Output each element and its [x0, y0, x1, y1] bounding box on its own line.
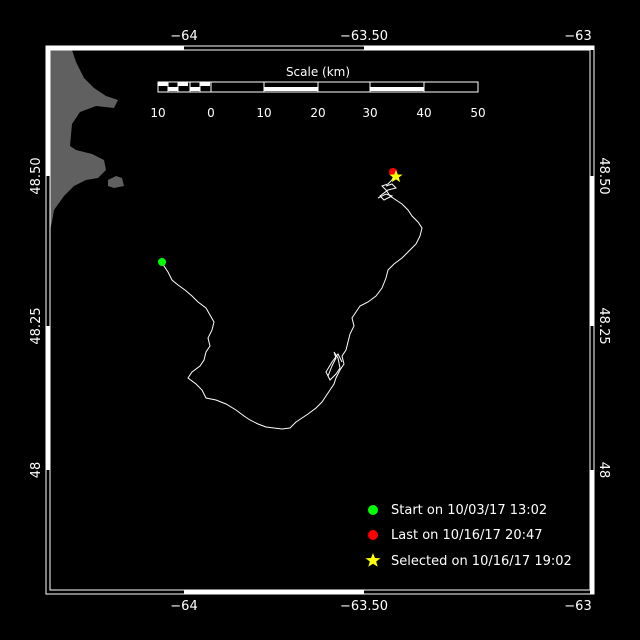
bottom-lon-tick-label: −64 — [170, 599, 197, 614]
legend-selected-star-icon — [365, 553, 381, 567]
scale-bar-label: 0 — [207, 106, 215, 120]
bottom-lon-tick-label: −63 — [564, 599, 591, 614]
right-lat-tick-label: 48.50 — [596, 157, 611, 194]
legend-start-icon — [368, 505, 378, 515]
scale-bar-label: 10 — [256, 106, 271, 120]
left-lat-tick-label: 48 — [29, 462, 44, 479]
scale-bar-label: 20 — [310, 106, 325, 120]
bottom-lon-tick-label: −63.50 — [340, 599, 388, 614]
top-lon-tick-label: −64 — [170, 29, 197, 44]
start-marker — [158, 258, 166, 266]
top-lon-tick-label: −63 — [564, 29, 591, 44]
scale-bar-label: 50 — [470, 106, 485, 120]
legend-start-label: Start on 10/03/17 13:02 — [391, 503, 547, 518]
scale-bar-label: 10 — [150, 106, 165, 120]
scale-bar-title: Scale (km) — [286, 65, 350, 79]
right-lat-tick-label: 48 — [596, 462, 611, 479]
legend-last-icon — [368, 530, 378, 540]
drifter-track-line — [161, 175, 423, 430]
drifter-track-loops — [325, 351, 343, 381]
left-lat-tick-label: 48.50 — [29, 157, 44, 194]
legend-last-label: Last on 10/16/17 20:47 — [391, 528, 543, 543]
right-lat-tick-label: 48.25 — [596, 307, 611, 344]
small-island — [108, 176, 124, 188]
left-lat-tick-label: 48.25 — [29, 307, 44, 344]
scale-bar-label: 30 — [362, 106, 377, 120]
scale-bar-label: 40 — [416, 106, 431, 120]
legend: Start on 10/03/17 13:02 Last on 10/16/17… — [365, 503, 572, 569]
top-lon-tick-label: −63.50 — [340, 29, 388, 44]
drifter-track-map: −64 −64 −63.50 −63.50 −63 −63 48.50 48.50 48.25 4… — [29, 29, 611, 614]
land-mass — [50, 50, 118, 230]
scale-bar: Scale (km) 10 0 10 20 30 40 50 — [150, 65, 485, 120]
legend-selected-label: Selected on 10/16/17 19:02 — [391, 554, 572, 569]
